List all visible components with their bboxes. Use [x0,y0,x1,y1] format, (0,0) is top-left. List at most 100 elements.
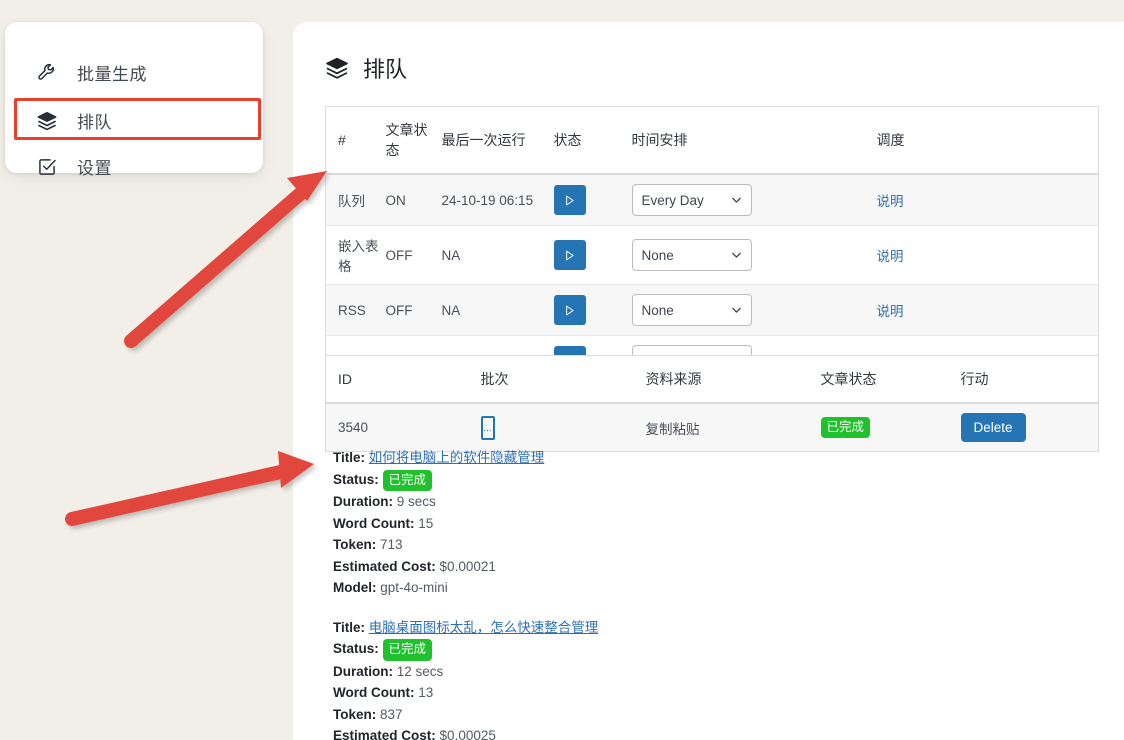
detail-label-token: Token: [333,537,377,552]
row-last-run: 24-10-19 06:15 [441,173,554,226]
sidebar-item-batch-generate[interactable]: 批量生成 [5,50,263,95]
row-last-run: NA [441,284,554,336]
detail-label-word-count: Word Count: [333,515,415,531]
detail-word-count: Word Count: 15 [333,513,1033,535]
detail-label-duration: Duration: [333,494,393,509]
detail-token: Token: 837 [333,704,1033,726]
row-article-state: OFF [385,225,442,285]
col-article-state: 文章状态 [385,106,442,175]
checkbox-icon [33,155,61,179]
article-detail-item: Title: 如何将电脑上的软件隐藏管理 Status: 已完成 Duratio… [333,447,1033,599]
row-run-cell [553,225,632,285]
detail-label-status: Status: [333,641,379,656]
schedule-select[interactable]: None [631,239,752,271]
run-button[interactable] [553,185,586,215]
job-batch-cell: ... [480,402,646,452]
run-button[interactable] [553,295,586,325]
detail-label-estimated-cost: Estimated Cost: [333,728,436,740]
sidebar-item-queue[interactable]: 排队 [5,98,263,143]
article-title-link[interactable]: 电脑桌面图标太乱，怎么快速整合管理 [369,620,599,635]
detail-value-duration: 9 secs [396,494,436,509]
instructions-link[interactable]: 说明 [877,249,904,264]
row-schedule-cell: Every Day [631,173,877,226]
col-dispatch: 调度 [876,106,1099,175]
row-name: 嵌入表格 [325,225,386,285]
detail-model: Model: gpt-4o-mini [333,577,1033,599]
article-detail-item: Title: 电脑桌面图标太乱，怎么快速整合管理 Status: 已完成 Dur… [333,617,1033,740]
page-title: 排队 [325,52,407,84]
instructions-link[interactable]: 说明 [877,304,904,319]
play-icon [563,249,576,262]
detail-value-estimated-cost: $0.00025 [439,728,496,740]
detail-duration: Duration: 12 secs [333,661,1033,683]
status-badge: 已完成 [820,416,871,439]
col-schedule: 时间安排 [631,106,877,175]
job-status-cell: 已完成 [820,402,961,452]
detail-label-model: Model: [333,580,377,595]
row-schedule-cell: None [631,284,877,336]
detail-label-word-count: Word Count: [333,685,415,700]
instructions-link[interactable]: 说明 [877,194,904,209]
job-action-cell: Delete [960,402,1099,452]
job-id: 3540 [325,402,481,452]
schedule-select[interactable]: None [631,294,752,326]
article-title-link[interactable]: 如何将电脑上的软件隐藏管理 [369,450,545,465]
detail-label-title: Title: [333,619,366,635]
table-row: 队列 ON 24-10-19 06:15 Every Day 说明 [325,173,1099,226]
detail-label-token: Token: [333,706,377,722]
detail-value-token: 713 [380,537,403,552]
detail-label-title: Title: [333,450,366,465]
layers-icon [325,56,349,80]
row-dispatch-cell: 说明 [876,284,1099,336]
col-source: 资料来源 [645,355,821,404]
wrench-icon [33,61,61,85]
page-title-text: 排队 [363,57,408,82]
jobs-table: ID 批次 资料来源 文章状态 行动 3540 ... 复制粘贴 已完成 Del… [325,355,1099,452]
detail-value-model: gpt-4o-mini [380,580,448,595]
article-details-list: Title: 如何将电脑上的软件隐藏管理 Status: 已完成 Duratio… [333,447,1033,740]
sidebar-item-label: 设置 [77,159,112,178]
table-row: 嵌入表格 OFF NA None 说明 [325,225,1099,285]
detail-token: Token: 713 [333,534,1033,556]
detail-label-duration: Duration: [333,663,393,679]
queue-table: # 文章状态 最后一次运行 状态 时间安排 调度 队列 ON 24-10-19 … [325,106,1099,387]
row-dispatch-cell: 说明 [876,173,1099,226]
col-last-run: 最后一次运行 [441,106,554,175]
sidebar-item-settings[interactable]: 设置 [5,144,263,189]
delete-button[interactable]: Delete [960,413,1026,442]
col-id: ID [325,355,481,404]
table-row: 3540 ... 复制粘贴 已完成 Delete [325,402,1099,452]
detail-status: Status: 已完成 [333,469,1033,491]
table-header-row: # 文章状态 最后一次运行 状态 时间安排 调度 [325,106,1099,175]
layers-icon [33,109,61,133]
schedule-select[interactable]: Every Day [631,184,752,216]
col-action: 行动 [960,355,1099,404]
col-index: # [325,106,386,175]
job-source: 复制粘贴 [645,402,821,452]
detail-estimated-cost: Estimated Cost: $0.00021 [333,556,1033,578]
detail-estimated-cost: Estimated Cost: $0.00025 [333,725,1033,740]
play-icon [563,194,576,207]
detail-value-duration: 12 secs [396,663,444,679]
detail-title: Title: 如何将电脑上的软件隐藏管理 [333,447,1033,469]
col-batch: 批次 [480,355,646,404]
detail-word-count: Word Count: 13 [333,682,1033,704]
row-name: RSS [325,284,386,336]
row-article-state: OFF [385,284,442,336]
detail-title: Title: 电脑桌面图标太乱，怎么快速整合管理 [333,617,1033,639]
sidebar-item-label: 批量生成 [77,65,147,84]
detail-status: Status: 已完成 [333,638,1033,661]
batch-chip[interactable]: ... [480,415,495,440]
detail-value-word-count: 15 [418,515,434,531]
table-header-row: ID 批次 资料来源 文章状态 行动 [325,355,1099,404]
run-button[interactable] [553,240,586,270]
table-row: RSS OFF NA None 说明 [325,284,1099,336]
row-schedule-cell: None [631,225,877,285]
row-run-cell [553,284,632,336]
detail-value-token: 837 [380,706,403,722]
arrow-to-article-details [65,451,314,526]
row-dispatch-cell: 说明 [876,225,1099,285]
status-badge: 已完成 [382,469,433,491]
status-badge: 已完成 [382,639,433,661]
sidebar-card: 批量生成 排队 设置 [5,22,263,178]
